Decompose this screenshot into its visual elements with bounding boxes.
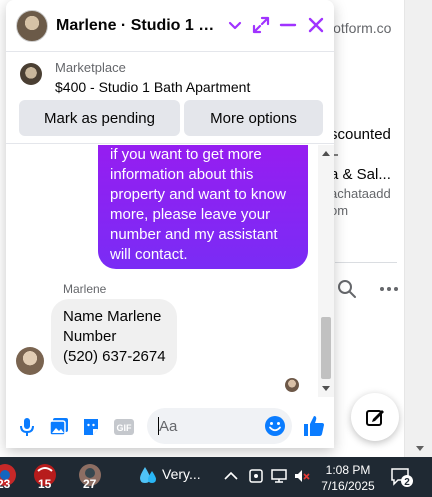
expand-icon[interactable] — [250, 14, 272, 36]
contact-avatar[interactable] — [16, 10, 48, 42]
chat-header: Marlene · Studio 1 Bath Apartment — [6, 0, 334, 52]
seen-receipt-avatar — [285, 378, 299, 392]
search-icon[interactable] — [336, 278, 358, 300]
gif-label: GIF — [117, 423, 133, 433]
compose-icon — [366, 410, 384, 426]
message-line: will contact. — [110, 246, 188, 263]
chat-scrollbar[interactable] — [318, 145, 334, 397]
composer: GIF — [6, 400, 334, 448]
taskbar-badge-2: 15 — [38, 477, 52, 491]
message-list[interactable]: if you want to get more information abou… — [6, 145, 318, 397]
more-options-icon[interactable] — [378, 278, 400, 300]
incoming-message[interactable]: Name Marlene Number (520) 637-2674 — [51, 299, 177, 375]
thumbs-up-icon[interactable] — [301, 413, 327, 439]
scroll-down-arrow-icon[interactable] — [416, 446, 424, 451]
photo-icon[interactable] — [48, 416, 70, 438]
close-icon[interactable] — [305, 14, 327, 36]
promo-line-1[interactable]: scounted — [330, 126, 391, 143]
sticker-icon[interactable] — [80, 416, 102, 438]
more-options-button[interactable]: More options — [184, 100, 323, 136]
clock[interactable]: 1:08 PM 7/16/2025 — [320, 462, 376, 494]
scroll-thumb[interactable] — [321, 317, 331, 379]
chevron-up-icon[interactable] — [222, 467, 240, 485]
sender-name: Marlene — [63, 282, 107, 296]
message-input[interactable] — [159, 416, 259, 436]
message-input-wrap[interactable] — [147, 408, 292, 444]
message-line: information about this — [110, 166, 254, 183]
taskbar: 23 15 27 Very... 1:08 PM 7/16/2025 2 — [0, 457, 432, 497]
message-line: if you want to get more — [110, 146, 262, 163]
minimize-icon[interactable] — [277, 14, 299, 36]
outgoing-message[interactable]: if you want to get more information abou… — [98, 145, 308, 269]
taskbar-badge-3: 27 — [83, 477, 97, 491]
listing-title[interactable]: $400 - Studio 1 Bath Apartment — [55, 79, 250, 95]
new-message-button[interactable] — [351, 393, 399, 441]
promo-line-3[interactable]: a & Sal... — [330, 166, 391, 183]
listing-panel: Marketplace $400 - Studio 1 Bath Apartme… — [6, 52, 334, 144]
gif-button[interactable]: GIF — [112, 416, 136, 438]
message-line: property and want to know — [110, 186, 286, 203]
message-line: Number — [63, 328, 117, 345]
network-icon[interactable] — [270, 467, 288, 485]
notification-icon[interactable]: 2 — [390, 466, 414, 488]
clock-time: 1:08 PM — [325, 463, 371, 477]
message-line: Name Marlene — [63, 308, 162, 325]
promo-line-4: achataadd — [330, 186, 391, 201]
taskbar-badge-1: 23 — [0, 477, 11, 491]
weather-text[interactable]: Very... — [162, 466, 201, 482]
chat-window: Marlene · Studio 1 Bath Apartment Market… — [6, 0, 334, 448]
message-line: more, please leave your — [110, 206, 271, 223]
message-line: (520) 637-2674 — [63, 348, 166, 365]
microphone-icon[interactable] — [16, 416, 38, 438]
listing-category: Marketplace — [55, 60, 126, 75]
app-tray-icon[interactable] — [247, 467, 265, 485]
contact-title[interactable]: Marlene · Studio 1 Bath Apartment — [56, 17, 222, 35]
mark-as-pending-button[interactable]: Mark as pending — [19, 100, 180, 136]
emoji-icon[interactable] — [264, 415, 286, 437]
jotform-text[interactable]: jotform.co — [330, 20, 391, 36]
sender-avatar[interactable] — [16, 347, 44, 375]
scroll-up-arrow-icon[interactable] — [322, 151, 330, 156]
clock-date: 7/16/2025 — [321, 479, 375, 493]
chevron-down-icon[interactable] — [224, 14, 246, 36]
raindrop-icon[interactable] — [137, 465, 159, 487]
divider — [335, 262, 397, 263]
scroll-down-arrow-icon[interactable] — [322, 386, 330, 391]
listing-thumbnail[interactable] — [20, 63, 42, 85]
message-line: number and my assistant — [110, 226, 278, 243]
notification-count: 2 — [404, 477, 410, 488]
page-scrollbar[interactable] — [404, 0, 432, 457]
volume-muted-icon[interactable] — [293, 467, 311, 485]
